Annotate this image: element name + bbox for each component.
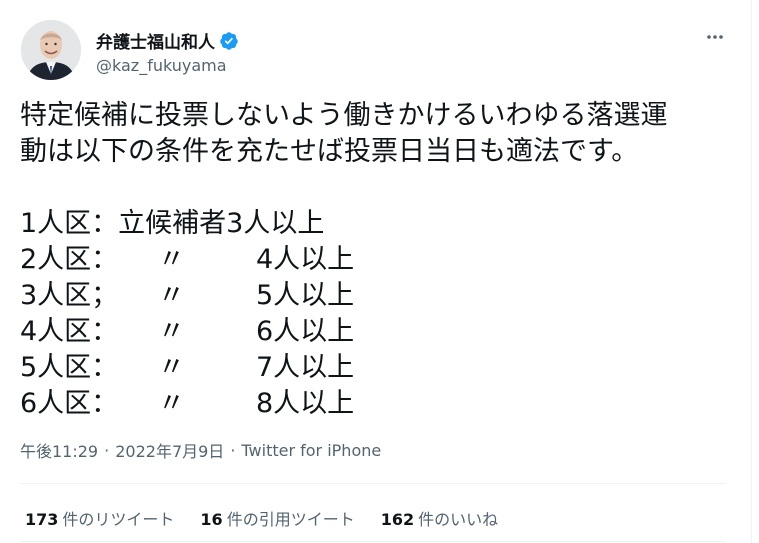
district-row: 6人区： 〃 8人以上 bbox=[20, 386, 740, 422]
quote-tweets-label: 件の引用ツイート bbox=[226, 510, 355, 529]
tweet-date-link[interactable]: 2022年7月9日 bbox=[115, 438, 224, 462]
likes-stat[interactable]: 162 件のいいね bbox=[381, 506, 498, 530]
display-name[interactable]: 弁護士福山和人 bbox=[96, 28, 215, 53]
quote-tweets-stat[interactable]: 16 件の引用ツイート bbox=[200, 506, 354, 530]
district-label: 2人区： bbox=[20, 244, 119, 275]
ditto-mark: 〃 bbox=[158, 316, 185, 347]
verified-badge-icon bbox=[220, 31, 238, 50]
district-row-first: 1人区：立候補者3人以上 bbox=[20, 208, 325, 239]
avatar-photo bbox=[21, 20, 81, 80]
ditto-mark: 〃 bbox=[158, 352, 185, 383]
district-row: 2人区： 〃 4人以上 bbox=[20, 242, 740, 278]
quote-tweets-count: 16 bbox=[200, 510, 223, 529]
district-row: 4人区： 〃 6人以上 bbox=[20, 314, 740, 350]
district-row: 5人区： 〃 7人以上 bbox=[20, 350, 740, 386]
separator: · bbox=[230, 440, 236, 460]
district-label: 3人区； bbox=[20, 280, 119, 311]
tweet-card: 弁護士福山和人 @kaz_fukuyama 特定候補に投票しないよう働きかけるい… bbox=[0, 0, 752, 543]
ditto-mark: 〃 bbox=[158, 388, 185, 419]
retweets-count: 173 bbox=[25, 510, 59, 529]
district-label: 6人区： bbox=[20, 388, 119, 419]
candidate-count: 6人以上 bbox=[256, 316, 355, 347]
district-label: 4人区： bbox=[20, 316, 119, 347]
author-handle[interactable]: @kaz_fukuyama bbox=[96, 56, 227, 75]
tweet-text-line: 動は以下の条件を充たせば投票日当日も適法です。 bbox=[20, 136, 639, 167]
tweet-text: 特定候補に投票しないよう働きかけるいわゆる落選運 動は以下の条件を充たせば投票日… bbox=[20, 98, 740, 422]
separator: · bbox=[104, 440, 110, 460]
tweet-source-link[interactable]: Twitter for iPhone bbox=[241, 441, 381, 460]
candidate-count: 5人以上 bbox=[256, 280, 355, 311]
candidate-count: 4人以上 bbox=[256, 244, 355, 275]
district-row: 3人区； 〃 5人以上 bbox=[20, 278, 740, 314]
avatar[interactable] bbox=[21, 20, 81, 80]
ditto-mark: 〃 bbox=[158, 280, 185, 311]
author-name-row[interactable]: 弁護士福山和人 bbox=[96, 28, 239, 53]
engagement-stats: 173 件のリツイート 16 件の引用ツイート 162 件のいいね bbox=[25, 506, 498, 530]
likes-count: 162 bbox=[380, 510, 415, 529]
ditto-mark: 〃 bbox=[158, 244, 185, 275]
tweet-time-link[interactable]: 午後11:29 bbox=[20, 438, 98, 462]
more-dots-icon bbox=[707, 35, 723, 39]
district-label: 5人区： bbox=[20, 352, 119, 383]
divider bbox=[20, 541, 726, 542]
likes-label: 件のいいね bbox=[418, 510, 499, 529]
candidate-count: 7人以上 bbox=[256, 352, 355, 383]
divider bbox=[20, 483, 726, 484]
retweets-stat[interactable]: 173 件のリツイート bbox=[25, 506, 174, 530]
more-options-button[interactable] bbox=[700, 22, 730, 52]
retweets-label: 件のリツイート bbox=[62, 510, 175, 529]
tweet-text-line: 特定候補に投票しないよう働きかけるいわゆる落選運 bbox=[20, 100, 668, 131]
tweet-metadata: 午後11:29 · 2022年7月9日 · Twitter for iPhone bbox=[20, 438, 381, 462]
candidate-count: 8人以上 bbox=[256, 388, 355, 419]
